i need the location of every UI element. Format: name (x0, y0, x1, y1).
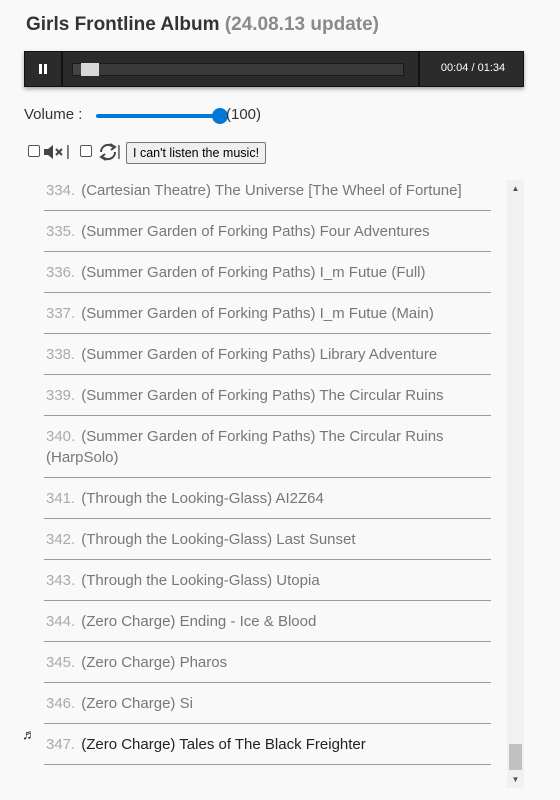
track-number: 336. (46, 264, 76, 281)
track-title: (Zero Charge) Tales of The Black Freight… (81, 736, 366, 753)
volume-value: (100) (226, 106, 262, 123)
track-number: 344. (46, 613, 76, 630)
separator: | (66, 143, 70, 160)
track-number: 338. (46, 346, 76, 363)
playlist-item[interactable]: 344. (Zero Charge) Ending - Ice & Blood (44, 601, 491, 642)
volume-slider[interactable] (96, 108, 228, 124)
track-title: (Zero Charge) Si (81, 695, 193, 712)
playlist-item[interactable]: 346. (Zero Charge) Si (44, 683, 491, 724)
pause-icon (39, 64, 47, 74)
scroll-down-arrow-icon[interactable]: ▼ (507, 771, 524, 788)
playlist-item[interactable]: 337. (Summer Garden of Forking Paths) I_m… (44, 293, 491, 334)
seek-handle[interactable] (81, 63, 99, 76)
track-number: 337. (46, 305, 76, 322)
track-number: 340. (46, 428, 76, 445)
track-title: (Summer Garden of Forking Paths) I_m Fut… (81, 305, 434, 322)
playlist-item[interactable]: 336. (Summer Garden of Forking Paths) I_m… (44, 252, 491, 293)
playlist-items: 334. (Cartesian Theatre) The Universe [Th… (24, 180, 491, 765)
track-title: (Through the Looking-Glass) Utopia (81, 572, 320, 589)
track-number: 347. (46, 736, 76, 753)
current-time: 00:04 (440, 62, 469, 74)
playlist-item[interactable]: 339. (Summer Garden of Forking Paths) The… (44, 375, 491, 416)
repeat-icon (99, 143, 117, 161)
cant-listen-button[interactable]: I can't listen the music! (126, 142, 267, 164)
track-title: (Summer Garden of Forking Paths) Library… (81, 346, 438, 363)
playlist-scrollbar[interactable]: ▲ ▼ (507, 180, 524, 788)
volume-track (96, 114, 220, 118)
volume-label: Volume : (24, 106, 83, 123)
track-number: 341. (46, 490, 76, 507)
track-title: (Summer Garden of Forking Paths) The Cir… (81, 387, 444, 404)
track-title: (Zero Charge) Pharos (81, 654, 228, 671)
track-title: (Summer Garden of Forking Paths) Four Ad… (81, 223, 430, 240)
separator: | (117, 143, 121, 160)
playlist-item[interactable]: 345. (Zero Charge) Pharos (44, 642, 491, 683)
track-number: 334. (46, 182, 76, 199)
track-number: 339. (46, 387, 76, 404)
track-title: (Cartesian Theatre) The Universe [The Wh… (81, 182, 462, 199)
playlist-item[interactable]: 335. (Summer Garden of Forking Paths) Fou… (44, 211, 491, 252)
time-display: 00:04 / 01:34 (427, 62, 519, 74)
scrollbar-thumb[interactable] (509, 744, 522, 770)
play-pause-button[interactable] (25, 52, 63, 86)
update-date: (24.08.13 update) (224, 14, 379, 35)
audio-player: 00:04 / 01:34 (24, 51, 524, 87)
now-playing-note-icon: ♬ (24, 726, 36, 742)
track-title: (Summer Garden of Forking Paths) The Cir… (46, 428, 444, 466)
duration: 01:34 (477, 62, 506, 74)
album-name: Girls Frontline Album (26, 14, 220, 35)
track-number: 342. (46, 531, 76, 548)
time-divider (418, 52, 420, 86)
playlist-item[interactable]: 338. (Summer Garden of Forking Paths) Lib… (44, 334, 491, 375)
track-number: 335. (46, 223, 76, 240)
track-title: (Through the Looking-Glass) Last Sunset (81, 531, 356, 548)
track-number: 346. (46, 695, 76, 712)
repeat-checkbox[interactable] (80, 145, 92, 157)
speaker-mute-icon (44, 145, 63, 159)
track-title: (Zero Charge) Ending - Ice & Blood (81, 613, 317, 630)
album-title: Girls Frontline Album (24.08.13 update) (26, 14, 379, 36)
track-number: 345. (46, 654, 76, 671)
playlist-item[interactable]: 342. (Through the Looking-Glass) Last Sun… (44, 519, 491, 560)
playlist-item[interactable]: 340. (Summer Garden of Forking Paths) The… (44, 416, 491, 478)
playlist-item[interactable]: 334. (Cartesian Theatre) The Universe [Th… (44, 180, 491, 211)
mute-checkbox[interactable] (28, 145, 40, 157)
track-number: 343. (46, 572, 76, 589)
seek-bar[interactable] (72, 63, 404, 76)
playlist-item[interactable]: ♬ 347. (Zero Charge) Tales of The Black Fr… (24, 724, 491, 765)
playlist-item[interactable]: 343. (Through the Looking-Glass) Utopia (44, 560, 491, 601)
track-title: (Summer Garden of Forking Paths) I_m Fut… (81, 264, 426, 281)
track-title: (Through the Looking-Glass) AI2Z64 (81, 490, 324, 507)
scroll-up-arrow-icon[interactable]: ▲ (507, 180, 524, 197)
playlist: 334. (Cartesian Theatre) The Universe [Th… (24, 180, 524, 788)
playlist-item[interactable]: 341. (Through the Looking-Glass) AI2Z64 (44, 478, 491, 519)
